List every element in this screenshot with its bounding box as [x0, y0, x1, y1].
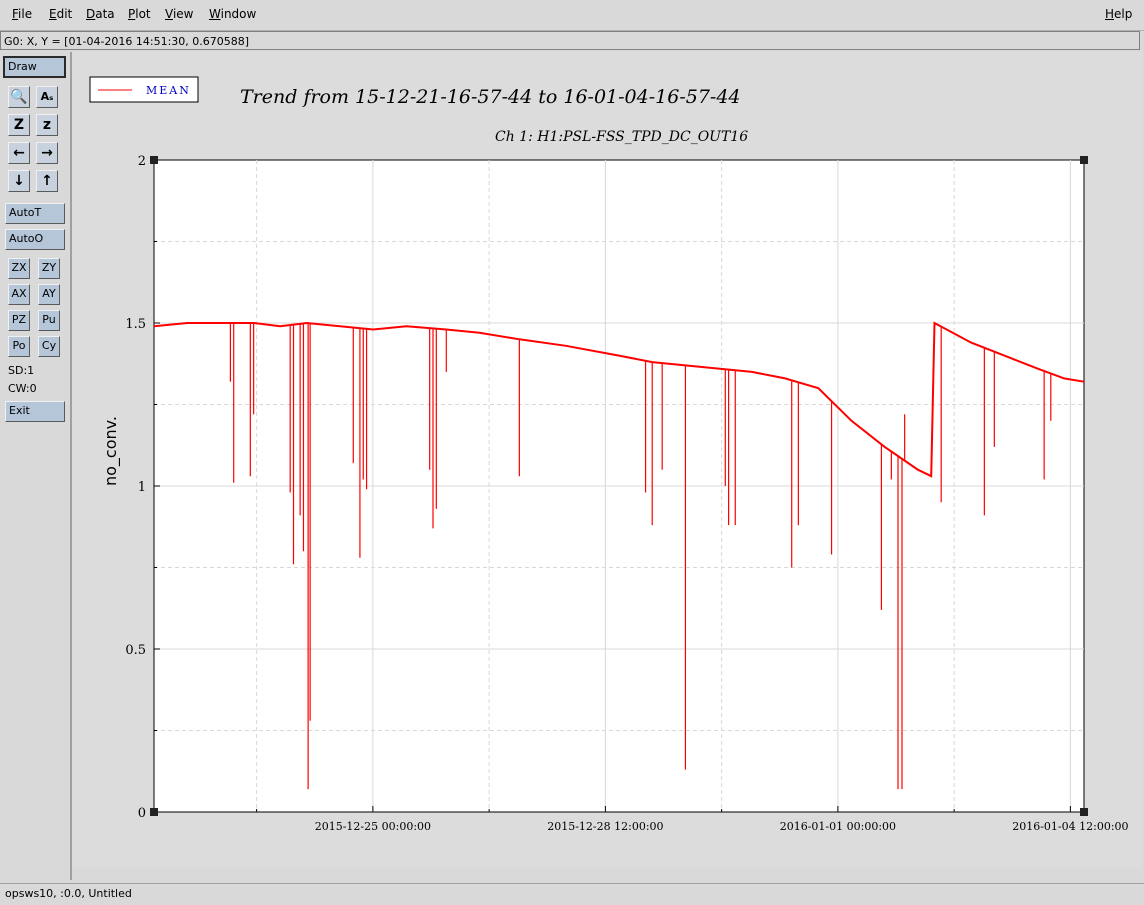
x-tick-label: 2016-01-04 12:00:00: [1012, 820, 1128, 833]
arrow-down-icon: ↓: [13, 173, 25, 189]
toolbar-sidebar: Draw 🔍 Aₛ Z z ← → ↓ ↑ AutoT AutoO ZX ZY …: [0, 52, 72, 880]
zoom-in-button[interactable]: Z: [8, 114, 30, 136]
cursor-coordinate-readout: G0: X, Y = [01-04-2016 14:51:30, 0.67058…: [0, 31, 1140, 50]
x-tick-label: 2016-01-01 00:00:00: [780, 820, 896, 833]
menu-plot[interactable]: Plot: [128, 7, 151, 21]
corner-handle[interactable]: [1080, 808, 1088, 816]
zx-button[interactable]: ZX: [8, 258, 30, 279]
zoom-tool-button[interactable]: 🔍: [8, 86, 30, 108]
zoom-out-button[interactable]: z: [36, 114, 58, 136]
auto-t-button[interactable]: AutoT: [5, 203, 65, 224]
menu-bar: File Edit Data Plot View Window Help: [0, 0, 1144, 31]
arrow-left-icon: ←: [13, 145, 25, 161]
zy-button[interactable]: ZY: [38, 258, 60, 279]
plot-area[interactable]: MEAN Trend from 15-12-21-16-57-44 to 16-…: [72, 52, 1142, 868]
chart-title: Trend from 15-12-21-16-57-44 to 16-01-04…: [240, 86, 741, 108]
magnifier-icon: 🔍: [10, 89, 28, 105]
text-tool-button[interactable]: Aₛ: [36, 86, 58, 108]
y-tick-label: 2: [138, 154, 146, 169]
menu-edit[interactable]: Edit: [49, 7, 72, 21]
menu-view[interactable]: View: [165, 7, 193, 21]
auto-o-button[interactable]: AutoO: [5, 229, 65, 250]
sd-label: SD:1: [8, 364, 35, 377]
pan-down-button[interactable]: ↓: [8, 170, 30, 192]
corner-handle[interactable]: [150, 156, 158, 164]
window-status-bar: opsws10, :0.0, Untitled: [0, 883, 1144, 905]
y-tick-label: 1.5: [125, 317, 146, 332]
menu-file[interactable]: File: [12, 7, 32, 21]
menu-help[interactable]: Help: [1105, 7, 1132, 21]
pan-right-button[interactable]: →: [36, 142, 58, 164]
exit-button[interactable]: Exit: [5, 401, 65, 422]
y-tick-label: 1: [138, 480, 146, 495]
pan-up-button[interactable]: ↑: [36, 170, 58, 192]
y-tick-label: 0.5: [125, 643, 146, 658]
menu-data[interactable]: Data: [86, 7, 115, 21]
trend-chart[interactable]: MEAN Trend from 15-12-21-16-57-44 to 16-…: [72, 52, 1142, 868]
arrow-right-icon: →: [41, 145, 53, 161]
cw-label: CW:0: [8, 382, 37, 395]
ax-button[interactable]: AX: [8, 284, 30, 305]
cy-button[interactable]: Cy: [38, 336, 60, 357]
ay-button[interactable]: AY: [38, 284, 60, 305]
po-button[interactable]: Po: [8, 336, 30, 357]
y-tick-label: 0: [138, 806, 146, 821]
chart-subtitle: Ch 1: H1:PSL-FSS_TPD_DC_OUT16: [495, 129, 748, 145]
corner-handle[interactable]: [150, 808, 158, 816]
corner-handle[interactable]: [1080, 156, 1088, 164]
x-tick-label: 2015-12-25 00:00:00: [315, 820, 431, 833]
menu-window[interactable]: Window: [209, 7, 256, 21]
y-axis-label: no_conv.: [101, 416, 121, 486]
pu-button[interactable]: Pu: [38, 310, 60, 331]
arrow-up-icon: ↑: [41, 173, 53, 189]
pz-button[interactable]: PZ: [8, 310, 30, 331]
legend-label: MEAN: [146, 84, 191, 97]
pan-left-button[interactable]: ←: [8, 142, 30, 164]
x-tick-label: 2015-12-28 12:00:00: [547, 820, 663, 833]
draw-button[interactable]: Draw: [3, 56, 66, 78]
